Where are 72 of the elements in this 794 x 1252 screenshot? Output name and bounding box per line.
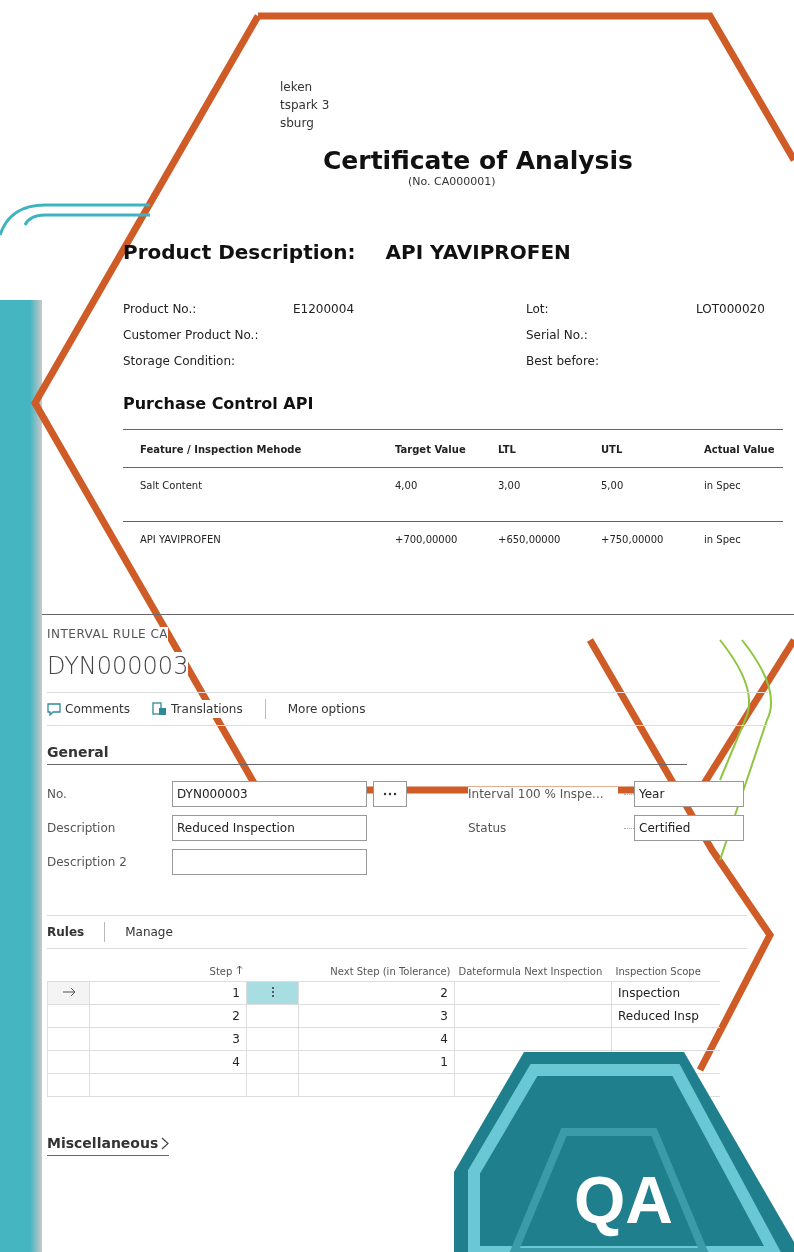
product-description-value: API YAVIPROFEN [385, 240, 571, 264]
row-indicator[interactable] [47, 981, 90, 1005]
table-cell: Inspection [618, 986, 680, 1000]
sort-arrow-icon [235, 965, 243, 975]
certificate-number: (No. CA000001) [408, 175, 497, 188]
tab[interactable]: Manage [125, 923, 173, 941]
column-header: Next Step (in Tolerance) [330, 966, 451, 977]
table-cell: Salt Content [123, 467, 395, 522]
dropdown-field[interactable]: Certified [634, 815, 744, 841]
table-cell: +650,00000 [498, 521, 601, 575]
input-field[interactable]: Reduced Inspection [172, 815, 367, 841]
tab[interactable]: Rules [47, 923, 85, 941]
column-header: Target Value [395, 429, 498, 468]
table-cell: 3,00 [498, 467, 601, 522]
table-cell: 5,00 [601, 467, 704, 522]
document-icon [152, 702, 168, 716]
lookup-button[interactable] [373, 781, 407, 807]
comment-icon [47, 702, 61, 716]
field-value: LOT000020 [696, 302, 765, 316]
table-cell: 3 [440, 1009, 448, 1023]
section-title: Purchase Control API [123, 394, 315, 413]
table-cell: 1 [440, 1055, 448, 1069]
table-cell: 4 [440, 1032, 448, 1046]
more-icon [383, 792, 397, 796]
address-line: leken [280, 79, 314, 96]
field-label: Serial No.: [526, 328, 589, 342]
section-header: General [47, 744, 687, 765]
table-cell: in Spec [704, 521, 783, 575]
arrow-icon [61, 987, 76, 997]
dropdown-field[interactable]: Year [634, 781, 744, 807]
address-line: sburg [280, 115, 315, 132]
row-indicator[interactable] [47, 1027, 90, 1051]
table-cell: +750,00000 [601, 521, 704, 575]
chevron-right-icon [161, 1136, 170, 1150]
column-header: LTL [498, 429, 601, 468]
table-cell: 4,00 [395, 467, 498, 522]
field-value: E1200004 [293, 302, 355, 316]
table-cell: 3 [232, 1032, 240, 1046]
certificate-title: Certificate of Analysis [323, 146, 634, 175]
more-vertical-icon[interactable] [270, 985, 275, 998]
table-cell: 4 [232, 1055, 240, 1069]
product-description-label: Product Description: [123, 240, 356, 264]
table-cell: +700,00000 [395, 521, 498, 575]
input-field[interactable]: DYN000003 [172, 781, 367, 807]
column-header: Step [209, 966, 233, 977]
table-cell: Reduced Insp [618, 1009, 699, 1023]
column-header: Dateformula Next Inspection [458, 966, 603, 977]
field-label: Best before: [526, 354, 601, 368]
page-caption: INTERVAL RULE CA [47, 627, 169, 641]
field-label: Lot: [526, 302, 550, 316]
column-header: Inspection Scope [615, 966, 701, 977]
column-header: UTL [601, 429, 704, 468]
table-cell: 2 [232, 1009, 240, 1023]
qa-badge: QA [454, 1052, 794, 1252]
row-indicator[interactable] [47, 1004, 90, 1028]
table-cell: 2 [440, 986, 448, 1000]
field-label: Customer Product No.: [123, 328, 260, 342]
action-button[interactable]: More options [287, 700, 366, 718]
row-indicator[interactable] [47, 1050, 90, 1074]
action-button[interactable]: Translations [152, 700, 243, 718]
column-header: Feature / Inspection Mehode [123, 429, 395, 468]
table-cell: in Spec [704, 467, 783, 522]
field-label: Storage Condition: [123, 354, 237, 368]
column-header: Actual Value [704, 429, 783, 468]
address-line: tspark 3 [280, 97, 331, 114]
input-field[interactable] [172, 849, 367, 875]
field-label: Interval 100 % Inspe... [468, 787, 618, 801]
action-button[interactable]: Comments [47, 700, 131, 718]
field-label: Product No.: [123, 302, 198, 316]
section-header[interactable]: Miscellaneous [47, 1135, 170, 1156]
table-cell: API YAVIPROFEN [123, 521, 395, 575]
table-cell: 1 [232, 986, 240, 1000]
